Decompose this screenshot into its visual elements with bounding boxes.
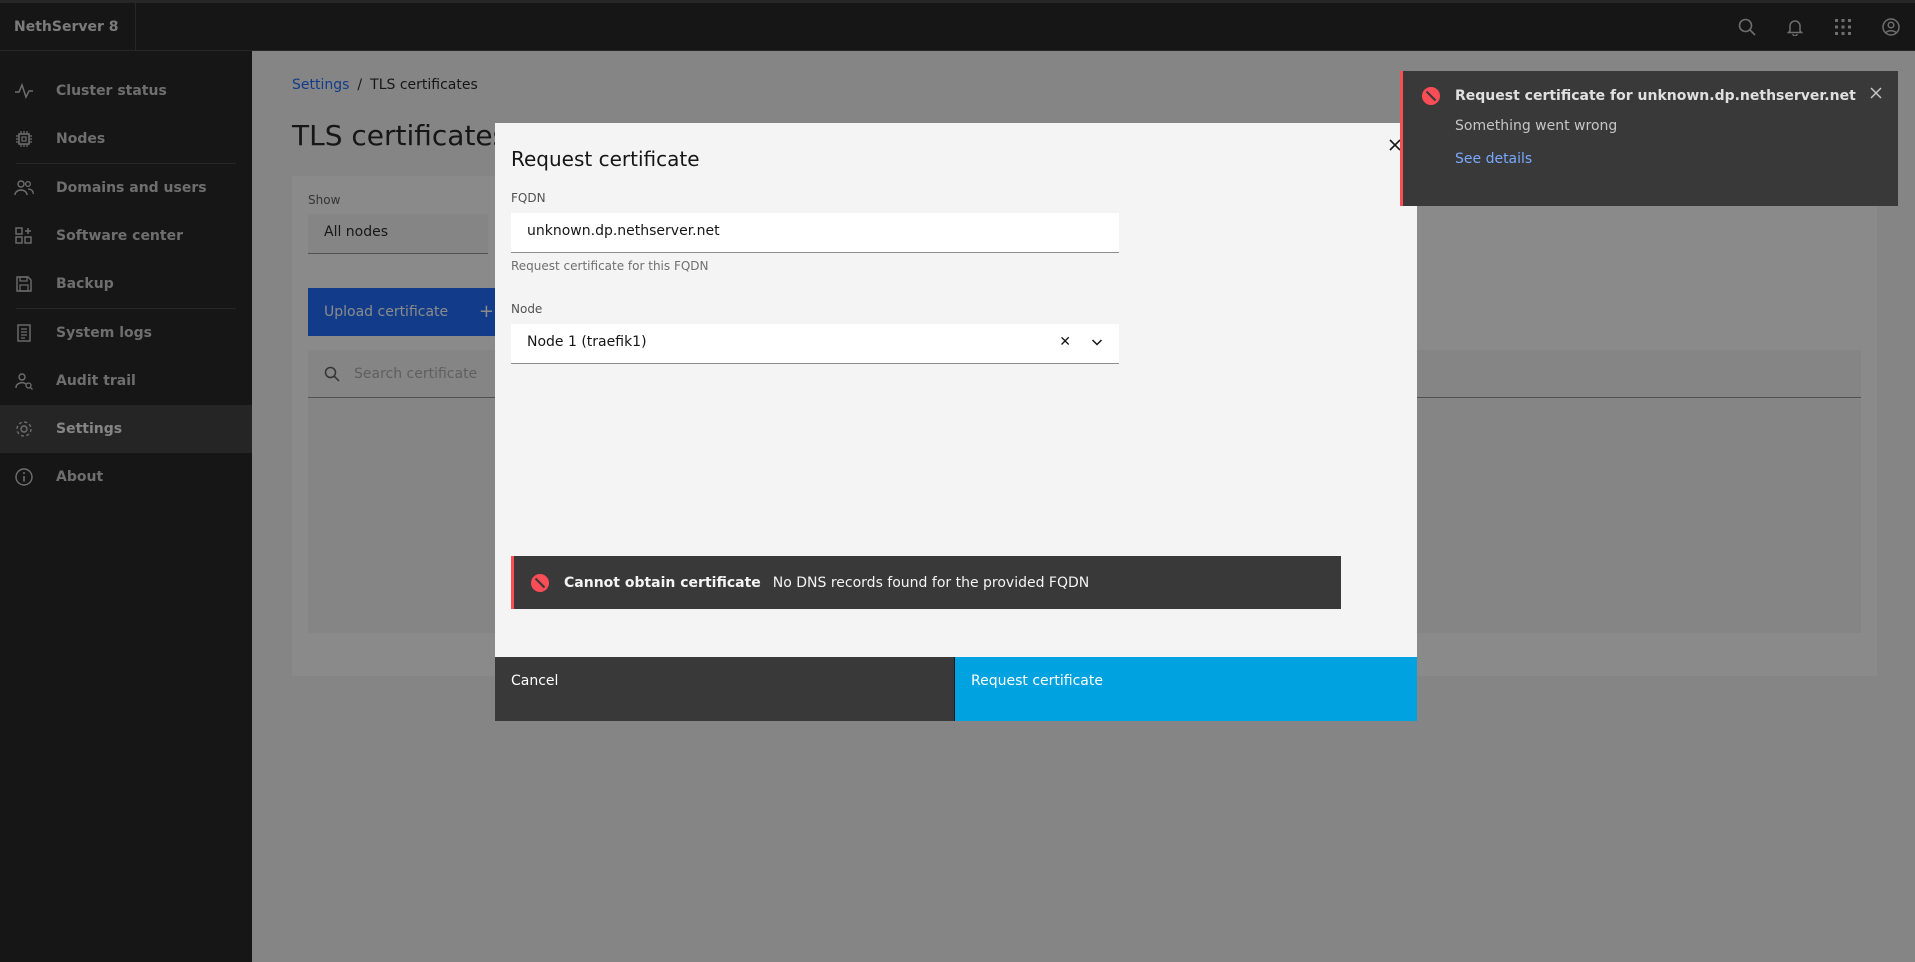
error-icon <box>530 573 550 593</box>
modal-title: Request certificate <box>511 147 700 171</box>
fqdn-label: FQDN <box>511 191 546 205</box>
fqdn-input[interactable]: unknown.dp.nethserver.net <box>511 213 1119 253</box>
toast-title: Request certificate for unknown.dp.neths… <box>1455 88 1856 104</box>
node-combobox[interactable]: Node 1 (traefik1) ✕ <box>511 324 1119 364</box>
inline-error-notification: Cannot obtain certificate No DNS records… <box>511 556 1341 609</box>
cancel-button[interactable]: Cancel <box>495 657 955 721</box>
request-certificate-modal: Request certificate FQDN unknown.dp.neth… <box>495 123 1417 721</box>
error-title: Cannot obtain certificate <box>564 574 761 591</box>
node-label: Node <box>511 302 543 316</box>
see-details-link[interactable]: See details <box>1455 151 1532 167</box>
chevron-down-icon[interactable] <box>1091 336 1103 352</box>
error-message: No DNS records found for the provided FQ… <box>772 574 1090 591</box>
modal-footer: Cancel Request certificate <box>495 657 1417 721</box>
error-icon <box>1421 86 1441 110</box>
fqdn-helper-text: Request certificate for this FQDN <box>511 259 709 273</box>
request-certificate-button[interactable]: Request certificate <box>955 657 1417 721</box>
node-selected-value: Node 1 (traefik1) <box>527 334 647 350</box>
toast-notification: Request certificate for unknown.dp.neths… <box>1400 71 1898 206</box>
toast-subtitle: Something went wrong <box>1455 118 1618 134</box>
close-icon[interactable] <box>1870 87 1882 103</box>
clear-icon[interactable]: ✕ <box>1059 334 1071 350</box>
